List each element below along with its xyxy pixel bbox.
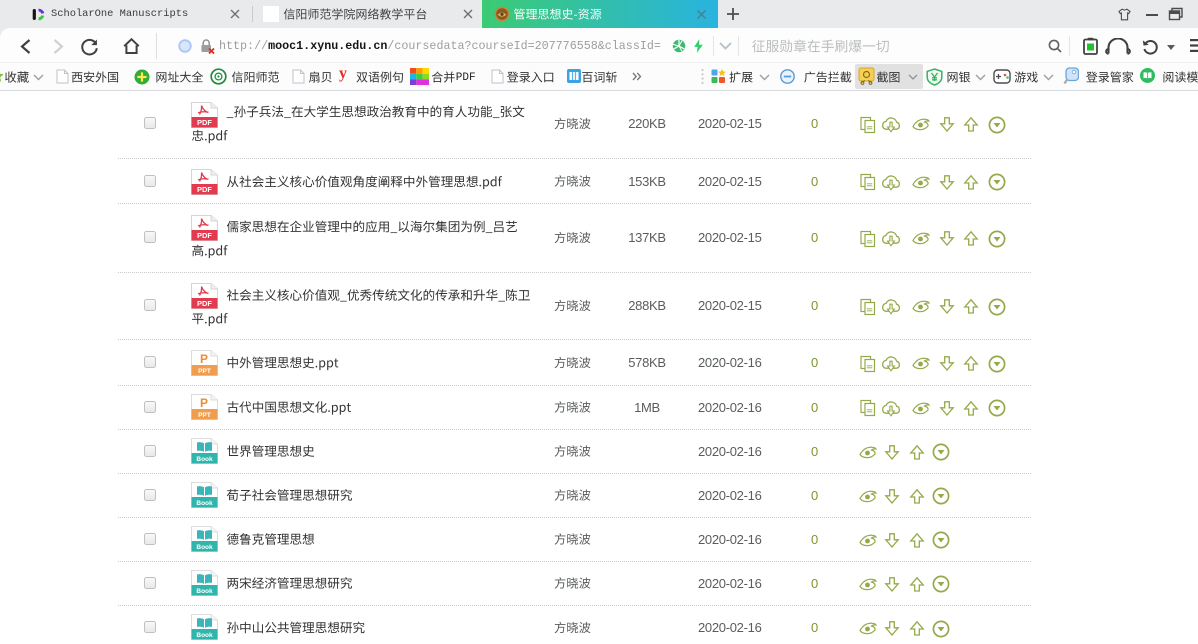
svg-text:P: P	[200, 352, 208, 366]
svg-text:PPT: PPT	[198, 368, 211, 375]
svg-text:PDF: PDF	[197, 118, 212, 127]
svg-text:PDF: PDF	[197, 299, 212, 308]
svg-text:PPT: PPT	[198, 412, 211, 419]
svg-text:Book: Book	[196, 500, 213, 507]
svg-text:Book: Book	[196, 588, 213, 595]
svg-text:PDF: PDF	[197, 231, 212, 240]
svg-text:P: P	[200, 396, 208, 410]
svg-text:Book: Book	[196, 544, 213, 551]
svg-text:PDF: PDF	[197, 185, 212, 194]
svg-text:Book: Book	[196, 456, 213, 463]
svg-text:Book: Book	[196, 632, 213, 639]
